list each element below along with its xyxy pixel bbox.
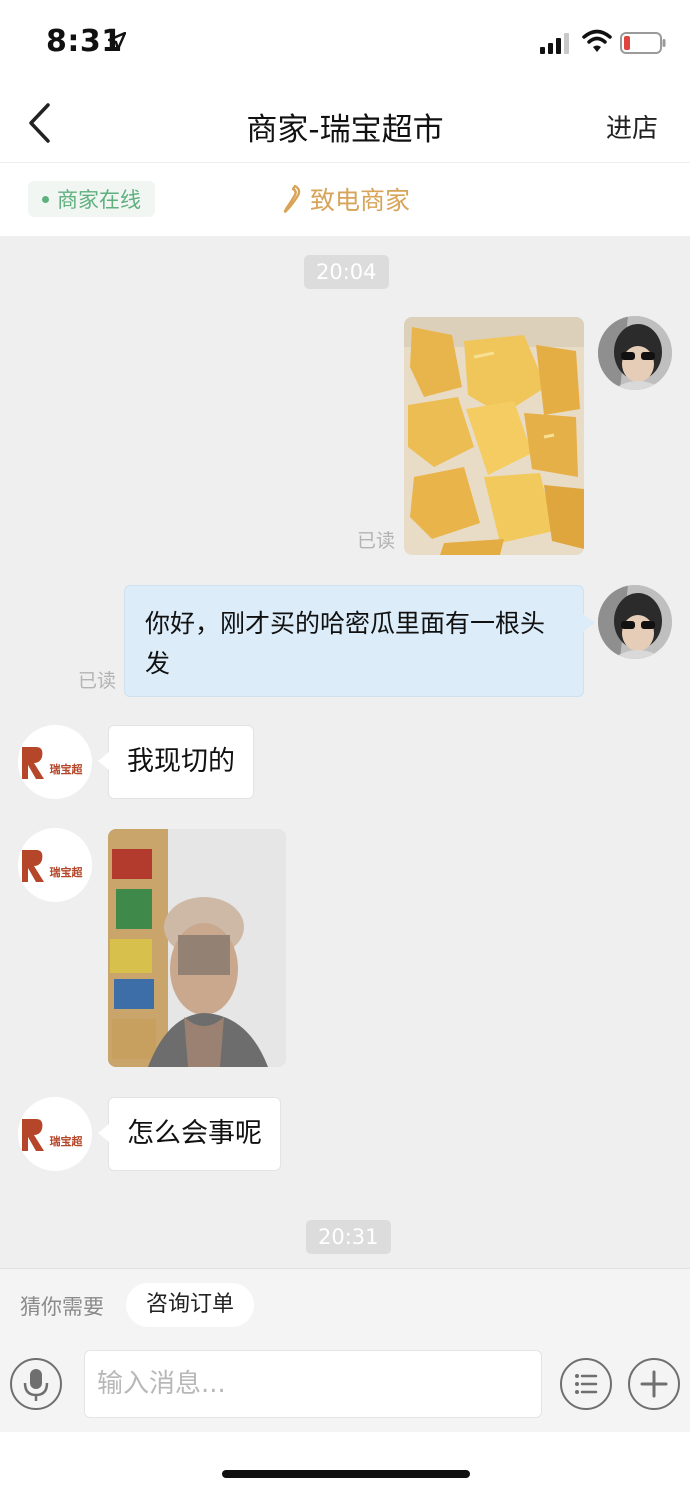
call-merchant-button[interactable]: 致电商家 bbox=[282, 181, 410, 217]
merchant-status-strip: 商家在线 致电商家 bbox=[0, 162, 690, 236]
read-receipt: 已读 bbox=[357, 530, 396, 552]
message-input[interactable]: 输入消息... bbox=[84, 1350, 542, 1418]
shop-message-bubble[interactable]: 我现切的 bbox=[98, 725, 254, 799]
page-title: 商家-瑞宝超市 bbox=[246, 112, 444, 148]
shop-logo: 瑞宝超 bbox=[18, 828, 92, 902]
microphone-icon bbox=[23, 1369, 49, 1401]
plus-icon bbox=[640, 1370, 668, 1398]
battery-low-icon bbox=[620, 32, 666, 54]
home-indicator[interactable] bbox=[222, 1470, 470, 1478]
add-attachment-button[interactable] bbox=[628, 1358, 680, 1410]
online-dot-icon bbox=[42, 195, 49, 203]
phone-icon bbox=[283, 184, 301, 213]
selfie-photo bbox=[108, 829, 286, 1067]
cellular-signal-icon bbox=[540, 33, 569, 54]
user-avatar[interactable] bbox=[598, 316, 672, 390]
shop-logo: 瑞宝超 bbox=[18, 1097, 92, 1171]
shop-avatar[interactable]: 瑞宝超 bbox=[18, 828, 92, 902]
user-avatar[interactable] bbox=[598, 585, 672, 659]
wifi-icon bbox=[582, 29, 612, 52]
call-merchant-label: 致电商家 bbox=[310, 186, 411, 215]
quick-menu-button[interactable] bbox=[560, 1358, 612, 1410]
nav-bar: 商家-瑞宝超市 进店 bbox=[0, 86, 690, 162]
user-avatar-image bbox=[598, 585, 672, 659]
voice-button[interactable] bbox=[10, 1358, 62, 1410]
timestamp-chip: 20:31 bbox=[306, 1220, 391, 1254]
enter-store-button[interactable]: 进店 bbox=[606, 108, 658, 145]
merchant-online-label: 商家在线 bbox=[57, 188, 141, 212]
suggestion-bar: 猜你需要 咨询订单 bbox=[0, 1268, 690, 1342]
status-bar: 8:31 bbox=[0, 0, 690, 86]
shop-logo-text: 瑞宝超 bbox=[50, 1134, 84, 1148]
home-indicator-area bbox=[0, 1432, 690, 1494]
user-message-bubble[interactable]: 你好，刚才买的哈密瓜里面有一根头发 bbox=[124, 585, 595, 697]
merchant-online-badge: 商家在线 bbox=[28, 181, 155, 217]
melon-photo-message[interactable] bbox=[404, 317, 584, 555]
timestamp-chip: 20:04 bbox=[304, 255, 389, 289]
message-input-bar: 输入消息... bbox=[0, 1342, 690, 1432]
user-avatar-image bbox=[598, 316, 672, 390]
shop-logo: 瑞宝超 bbox=[18, 725, 92, 799]
suggestion-label: 猜你需要 bbox=[20, 1295, 104, 1319]
melon-photo bbox=[404, 317, 584, 555]
shop-logo-text: 瑞宝超 bbox=[50, 865, 84, 879]
suggestion-chip-order-inquiry[interactable]: 咨询订单 bbox=[126, 1283, 255, 1327]
shop-message-bubble[interactable]: 怎么会事呢 bbox=[98, 1097, 281, 1171]
location-arrow-icon bbox=[108, 32, 126, 50]
shop-avatar[interactable]: 瑞宝超 bbox=[18, 725, 92, 799]
list-icon bbox=[575, 1374, 598, 1394]
selfie-photo-message[interactable] bbox=[108, 829, 286, 1067]
shop-logo-text: 瑞宝超 bbox=[50, 762, 84, 776]
shop-avatar[interactable]: 瑞宝超 bbox=[18, 1097, 92, 1171]
read-receipt: 已读 bbox=[78, 670, 117, 692]
